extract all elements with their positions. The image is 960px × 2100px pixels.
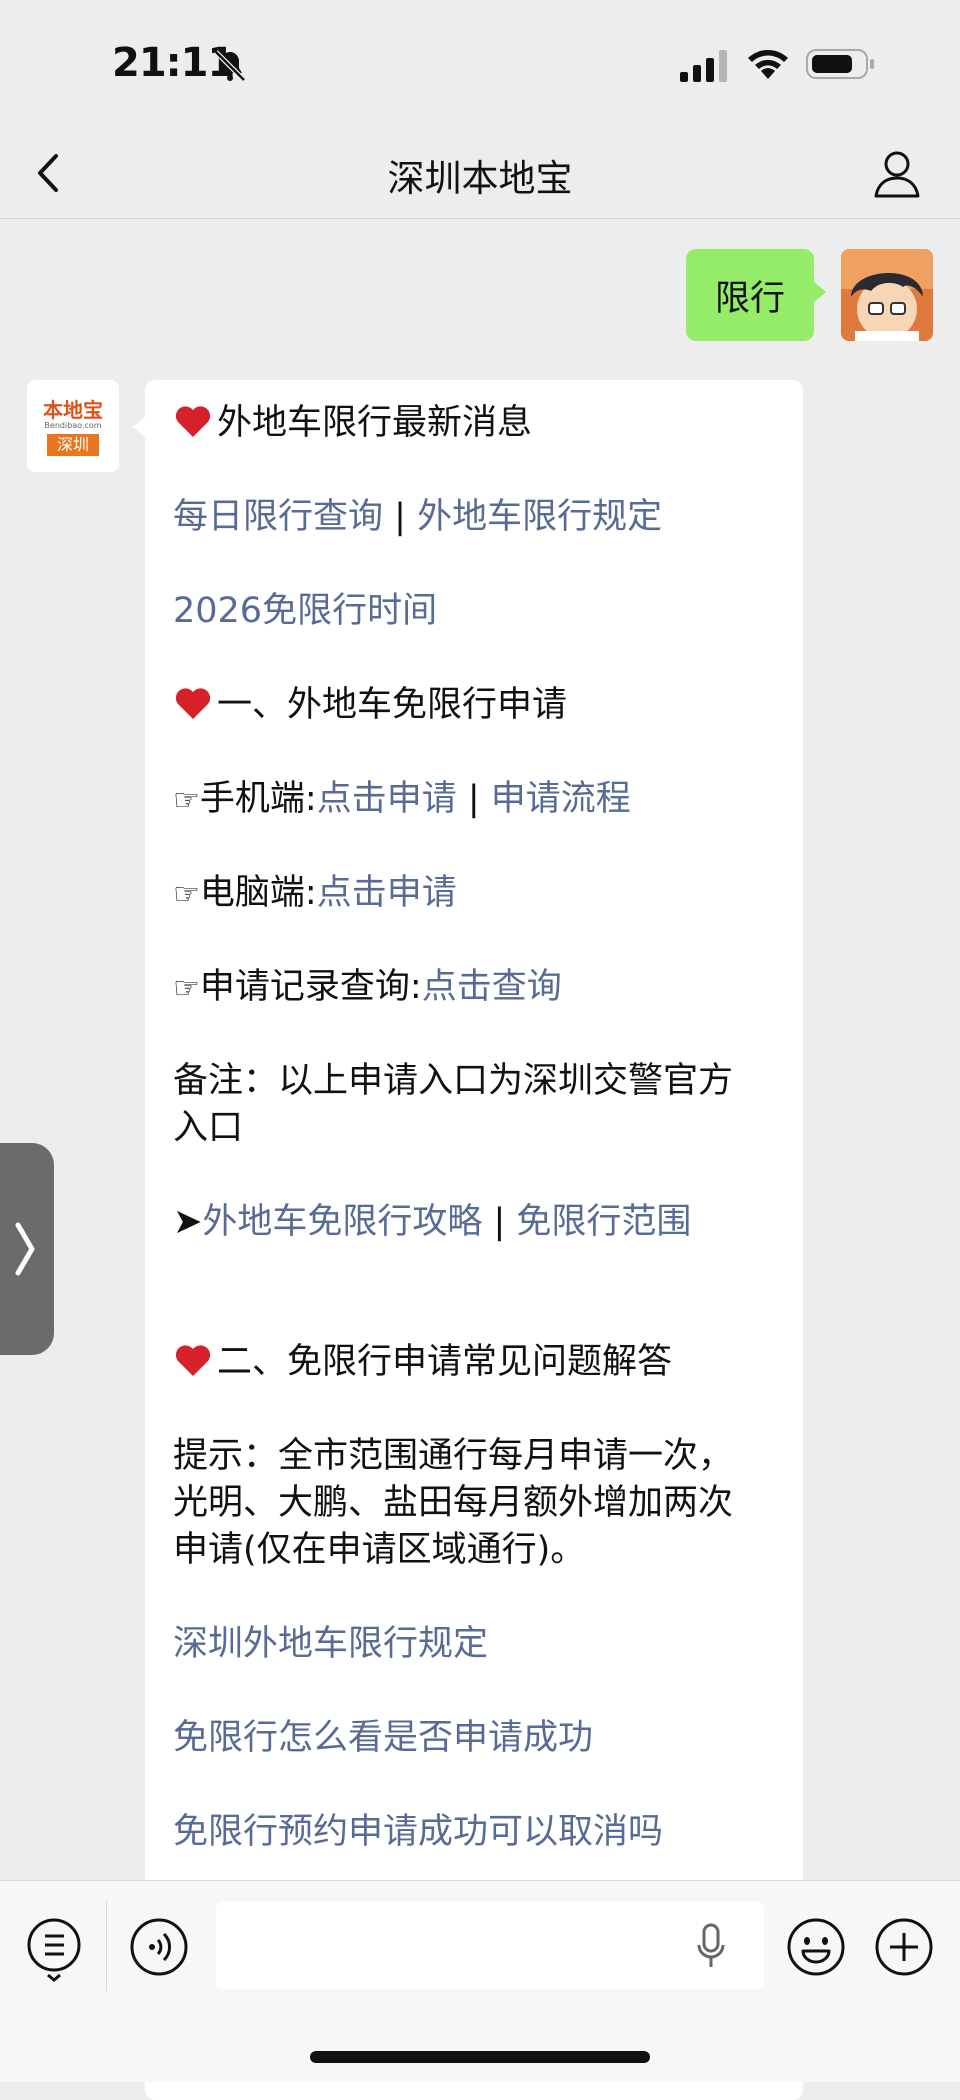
pointing-hand-icon: ☞ [173, 783, 200, 818]
menu-icon[interactable] [25, 1916, 83, 1982]
separator: | [394, 497, 406, 537]
heart-icon [175, 406, 211, 437]
separator: | [493, 1202, 506, 1242]
bot-avatar-logo: 本地宝 [43, 398, 103, 422]
input-toolbar [0, 1880, 960, 2082]
message-heading: 二、免限行申请常见问题解答 [173, 1339, 783, 1386]
apply-process-link[interactable]: 申请流程 [491, 779, 631, 819]
heart-icon [175, 688, 211, 719]
chevron-right-icon [15, 1222, 35, 1276]
voice-icon[interactable] [129, 1917, 189, 1977]
note-line: 入口 [173, 1108, 244, 1148]
record-query-link[interactable]: 点击查询 [422, 967, 562, 1007]
page-title: 深圳本地宝 [387, 157, 573, 200]
user-message-text: 限行 [714, 278, 785, 319]
faq-link[interactable]: 免限行预约申请成功可以取消吗 [173, 1812, 663, 1852]
message-line: 免限行预约申请成功可以取消吗 [173, 1809, 783, 1856]
pointing-hand-icon: ☞ [173, 971, 200, 1006]
home-indicator[interactable] [310, 2051, 650, 2063]
side-drawer-handle[interactable] [0, 1143, 54, 1355]
heading-text: 二、免限行申请常见问题解答 [217, 1342, 673, 1382]
bot-avatar[interactable]: 本地宝 Bendibao.com 深圳 [27, 380, 119, 472]
bell-slash-icon [214, 50, 246, 82]
heart-icon [175, 1345, 211, 1376]
status-bar: 21:11 [0, 0, 960, 130]
battery-icon [806, 49, 874, 79]
tip-line: 申请(仅在申请区域通行)。 [173, 1530, 586, 1570]
avatar-image [841, 249, 933, 341]
faq-link[interactable]: 免限行怎么看是否申请成功 [173, 1718, 593, 1758]
note-line: 备注：以上申请入口为深圳交警官方 [173, 1061, 734, 1101]
pc-label: 电脑端: [199, 873, 317, 913]
message-heading: 外地车限行最新消息 [173, 400, 783, 447]
message-line: 深圳外地车限行规定 [173, 1621, 783, 1668]
signal-icon [680, 50, 727, 82]
exempt-time-link[interactable]: 2026免限行时间 [173, 591, 437, 631]
rules-link[interactable]: 外地车限行规定 [417, 497, 662, 537]
bot-avatar-domain: Bendibao.com [44, 421, 102, 430]
bot-avatar-city: 深圳 [47, 434, 99, 456]
note-text: 备注：以上申请入口为深圳交警官方 入口 [173, 1058, 783, 1152]
message-input[interactable] [216, 1901, 764, 1989]
tip-line: 提示：全市范围通行每月申请一次， [173, 1436, 734, 1476]
message-line: ☞申请记录查询:点击查询 [173, 964, 783, 1012]
message-line: ☞手机端:点击申请 | 申请流程 [173, 776, 783, 824]
scope-link[interactable]: 免限行范围 [516, 1202, 691, 1242]
message-line: 免限行怎么看是否申请成功 [173, 1715, 783, 1762]
nav-bar: 深圳本地宝 [0, 130, 960, 219]
mic-icon[interactable] [696, 1923, 726, 1969]
heading-text: 一、外地车免限行申请 [217, 685, 568, 725]
message-line: ➤外地车免限行攻略 | 免限行范围 [173, 1199, 783, 1246]
plus-icon[interactable] [874, 1917, 934, 1977]
avatar[interactable] [841, 249, 933, 341]
tip-line: 光明、大鹏、盐田每月额外增加两次 [173, 1483, 734, 1523]
mobile-apply-link[interactable]: 点击申请 [317, 779, 457, 819]
pointing-hand-icon: ☞ [173, 877, 200, 912]
guide-link[interactable]: 外地车免限行攻略 [202, 1202, 482, 1242]
arrow-icon: ➤ [173, 1202, 203, 1242]
pc-apply-link[interactable]: 点击申请 [317, 873, 457, 913]
message-line: ☞电脑端:点击申请 [173, 870, 783, 918]
message-line: 2026免限行时间 [173, 588, 783, 635]
emoji-icon[interactable] [786, 1917, 846, 1977]
wifi-icon [748, 50, 788, 79]
mobile-label: 手机端: [199, 779, 317, 819]
person-icon[interactable] [870, 146, 924, 200]
faq-link[interactable]: 深圳外地车限行规定 [173, 1624, 488, 1664]
user-message-bubble[interactable]: 限行 [686, 249, 826, 341]
bot-message-bubble: 外地车限行最新消息 每日限行查询 | 外地车限行规定 2026免限行时间 一、外… [133, 380, 803, 2100]
message-heading: 一、外地车免限行申请 [173, 682, 783, 729]
message-line: 每日限行查询 | 外地车限行规定 [173, 494, 783, 541]
heading-text: 外地车限行最新消息 [217, 403, 533, 443]
tip-text: 提示：全市范围通行每月申请一次， 光明、大鹏、盐田每月额外增加两次 申请(仅在申… [173, 1433, 783, 1574]
daily-limit-link[interactable]: 每日限行查询 [173, 497, 383, 537]
separator: | [467, 779, 480, 819]
record-label: 申请记录查询: [199, 967, 422, 1007]
divider [106, 1901, 107, 1991]
